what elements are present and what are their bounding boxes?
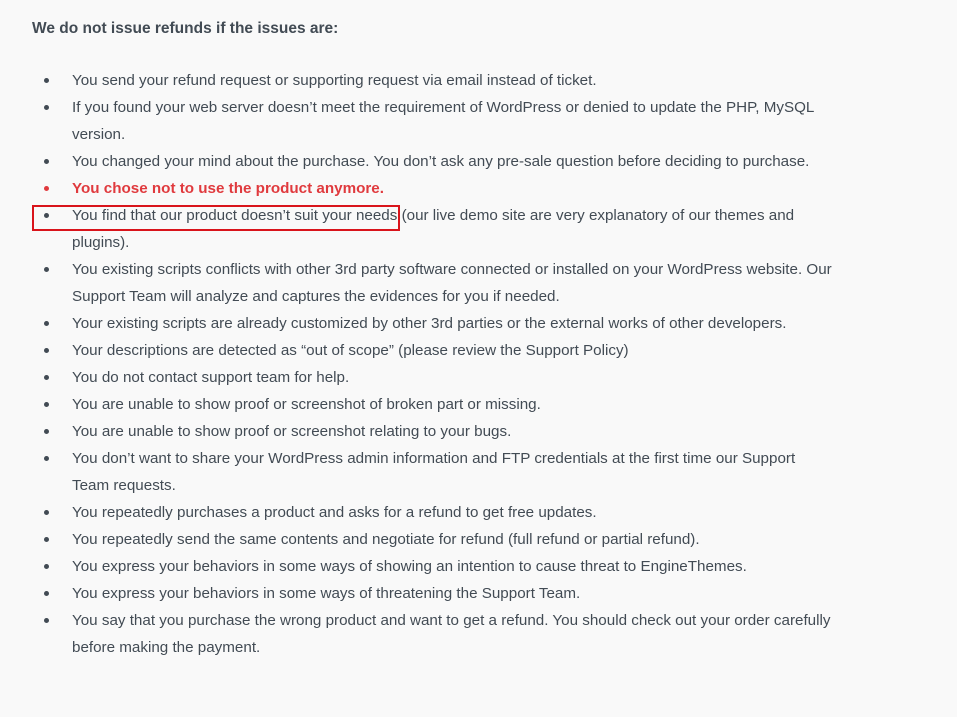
bullet-icon: [44, 321, 49, 326]
list-item-text: You say that you purchase the wrong prod…: [72, 612, 831, 656]
bullet-icon: [44, 510, 49, 515]
bullet-icon: [44, 105, 49, 110]
list-item: You send your refund request or supporti…: [44, 67, 832, 94]
bullet-icon: [44, 618, 49, 623]
bullet-icon: [44, 429, 49, 434]
list-item: You are unable to show proof or screensh…: [44, 391, 832, 418]
bullet-icon: [44, 213, 49, 218]
list-item: You repeatedly send the same contents an…: [44, 526, 832, 553]
bullet-icon: [44, 348, 49, 353]
list-item: You existing scripts conflicts with othe…: [44, 256, 832, 310]
list-item: You find that our product doesn’t suit y…: [44, 202, 832, 256]
list-item-text: You express your behaviors in some ways …: [72, 585, 581, 602]
list-item-text: You send your refund request or supporti…: [72, 72, 597, 89]
list-item: You are unable to show proof or screensh…: [44, 418, 832, 445]
list-item-text: You repeatedly send the same contents an…: [72, 531, 700, 548]
bullet-icon: [44, 591, 49, 596]
list-item: You changed your mind about the purchase…: [44, 148, 832, 175]
list-item-text: You express your behaviors in some ways …: [72, 558, 747, 575]
list-item: You don’t want to share your WordPress a…: [44, 445, 832, 499]
list-item-text: If you found your web server doesn’t mee…: [72, 99, 814, 143]
bullet-icon: [44, 537, 49, 542]
section-heading: We do not issue refunds if the issues ar…: [32, 20, 339, 37]
bullet-icon: [44, 78, 49, 83]
list-item-text: Your existing scripts are already custom…: [72, 315, 787, 332]
list-item: Your existing scripts are already custom…: [44, 310, 832, 337]
list-item-text: You are unable to show proof or screensh…: [72, 423, 512, 440]
list-item: Your descriptions are detected as “out o…: [44, 337, 832, 364]
list-item: You express your behaviors in some ways …: [44, 580, 832, 607]
list-item: You do not contact support team for help…: [44, 364, 832, 391]
bullet-icon: [44, 186, 49, 191]
bullet-icon: [44, 267, 49, 272]
list-item: If you found your web server doesn’t mee…: [44, 94, 832, 148]
bullet-icon: [44, 564, 49, 569]
refund-exclusions-list: You send your refund request or supporti…: [30, 67, 832, 661]
list-item: You say that you purchase the wrong prod…: [44, 607, 832, 661]
list-item-text: You existing scripts conflicts with othe…: [72, 261, 832, 305]
list-item-text: Your descriptions are detected as “out o…: [72, 342, 629, 359]
bullet-icon: [44, 402, 49, 407]
list-item: You express your behaviors in some ways …: [44, 553, 832, 580]
list-item-text: You changed your mind about the purchase…: [72, 153, 810, 170]
list-item-text: You find that our product doesn’t suit y…: [72, 207, 795, 251]
list-item-text: You don’t want to share your WordPress a…: [72, 450, 796, 494]
bullet-icon: [44, 375, 49, 380]
list-item-text: You are unable to show proof or screensh…: [72, 396, 541, 413]
list-item-text: You chose not to use the product anymore…: [72, 180, 384, 197]
list-item-text: You repeatedly purchases a product and a…: [72, 504, 597, 521]
bullet-icon: [44, 456, 49, 461]
bullet-icon: [44, 159, 49, 164]
list-item-text: You do not contact support team for help…: [72, 369, 350, 386]
list-item: You repeatedly purchases a product and a…: [44, 499, 832, 526]
list-item-highlighted: You chose not to use the product anymore…: [44, 175, 832, 202]
